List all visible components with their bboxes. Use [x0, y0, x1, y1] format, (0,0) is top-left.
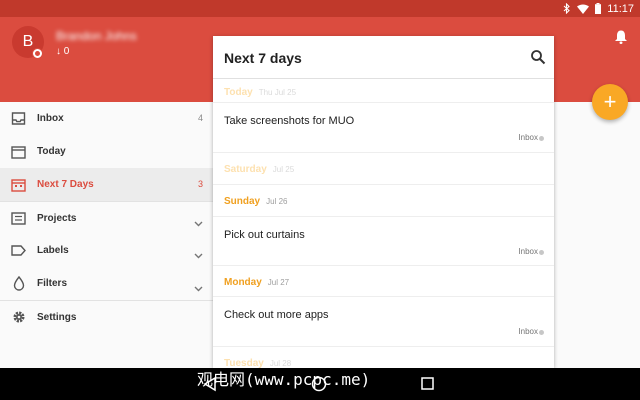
- watermark-text: 观电网(www.pcpc.me): [197, 370, 371, 389]
- task-item[interactable]: Pick out curtains Inbox: [213, 216, 554, 266]
- inbox-icon: [11, 111, 26, 126]
- card-header: Next 7 days: [213, 36, 554, 79]
- karma-indicator: ↓ 0: [56, 46, 70, 57]
- avatar-badge: [32, 48, 43, 59]
- sidebar-item-label: Projects: [37, 212, 77, 224]
- projects-icon: [11, 211, 26, 226]
- page-title: Next 7 days: [224, 50, 302, 66]
- day-name: Today Thu Jul 25: [224, 87, 297, 98]
- battery-icon: [595, 3, 602, 14]
- task-item[interactable]: Take screenshots for MUO Inbox: [213, 102, 554, 152]
- sidebar-item-count: 4: [197, 113, 203, 123]
- sidebar-item-label: Today: [37, 146, 66, 157]
- status-time: 11:17: [607, 2, 634, 15]
- sidebar-item-label: Next 7 Days: [37, 179, 94, 190]
- search-icon[interactable]: [530, 49, 546, 65]
- today-icon: [11, 144, 26, 159]
- task-title: Pick out curtains: [224, 229, 305, 241]
- task-project: Inbox: [518, 133, 538, 142]
- day-header-saturday: Saturday Jul 25: [213, 152, 554, 184]
- day-name: Monday Jul 27: [224, 277, 290, 288]
- add-task-button[interactable]: +: [592, 84, 628, 120]
- day-name: Sunday Jul 26: [224, 196, 288, 207]
- sidebar-item-labels[interactable]: Labels: [0, 234, 213, 267]
- day-header-tuesday: Tuesday Jul 28: [213, 346, 554, 368]
- day-name: Saturday Jul 25: [224, 164, 295, 175]
- sidebar-item-label: Inbox: [37, 113, 64, 124]
- sidebar-item-next-7-days[interactable]: Next 7 Days 3: [0, 168, 213, 201]
- bell-icon[interactable]: [614, 29, 628, 50]
- day-date: Thu Jul 25: [258, 88, 297, 97]
- sidebar-item-inbox[interactable]: Inbox 4: [0, 102, 213, 135]
- chevron-down-icon[interactable]: [194, 214, 203, 232]
- day-date: Jul 25: [272, 165, 295, 174]
- task-project: Inbox: [518, 247, 538, 256]
- sidebar: Inbox 4 Today Next 7 Days 3 Projects Lab…: [0, 102, 213, 368]
- sidebar-item-today[interactable]: Today: [0, 135, 213, 168]
- day-date: Jul 27: [267, 278, 290, 287]
- task-title: Check out more apps: [224, 309, 329, 321]
- day-date: Jul 26: [266, 197, 288, 206]
- sidebar-item-settings[interactable]: Settings: [0, 300, 213, 333]
- filters-icon: [11, 276, 26, 291]
- bluetooth-icon: [563, 3, 571, 14]
- next-7-days-icon: [11, 177, 26, 192]
- recents-icon[interactable]: [421, 377, 434, 395]
- settings-icon: [11, 310, 26, 325]
- project-dot-icon: [539, 250, 544, 255]
- sidebar-item-label: Labels: [37, 245, 69, 256]
- sidebar-item-filters[interactable]: Filters: [0, 267, 213, 300]
- wifi-icon: [577, 4, 590, 14]
- chevron-down-icon[interactable]: [194, 246, 203, 264]
- labels-icon: [11, 243, 26, 258]
- sidebar-item-label: Settings: [37, 311, 77, 323]
- project-dot-icon: [539, 136, 544, 141]
- sidebar-item-projects[interactable]: Projects: [0, 201, 213, 234]
- sidebar-item-label: Filters: [37, 278, 68, 289]
- main-card: Next 7 days Today Thu Jul 25 Take screens…: [213, 36, 554, 368]
- chevron-down-icon[interactable]: [194, 279, 203, 297]
- task-item[interactable]: Check out more apps Inbox: [213, 296, 554, 346]
- task-project: Inbox: [518, 327, 538, 336]
- project-dot-icon: [539, 330, 544, 335]
- user-name: Brandon Johns: [56, 29, 137, 43]
- sidebar-item-count: 3: [197, 179, 203, 189]
- day-header-monday: Monday Jul 27: [213, 265, 554, 297]
- status-icons: 11:17: [563, 2, 634, 15]
- day-header-sunday: Sunday Jul 26: [213, 184, 554, 216]
- status-bar: 11:17: [0, 0, 640, 17]
- task-title: Take screenshots for MUO: [224, 115, 355, 127]
